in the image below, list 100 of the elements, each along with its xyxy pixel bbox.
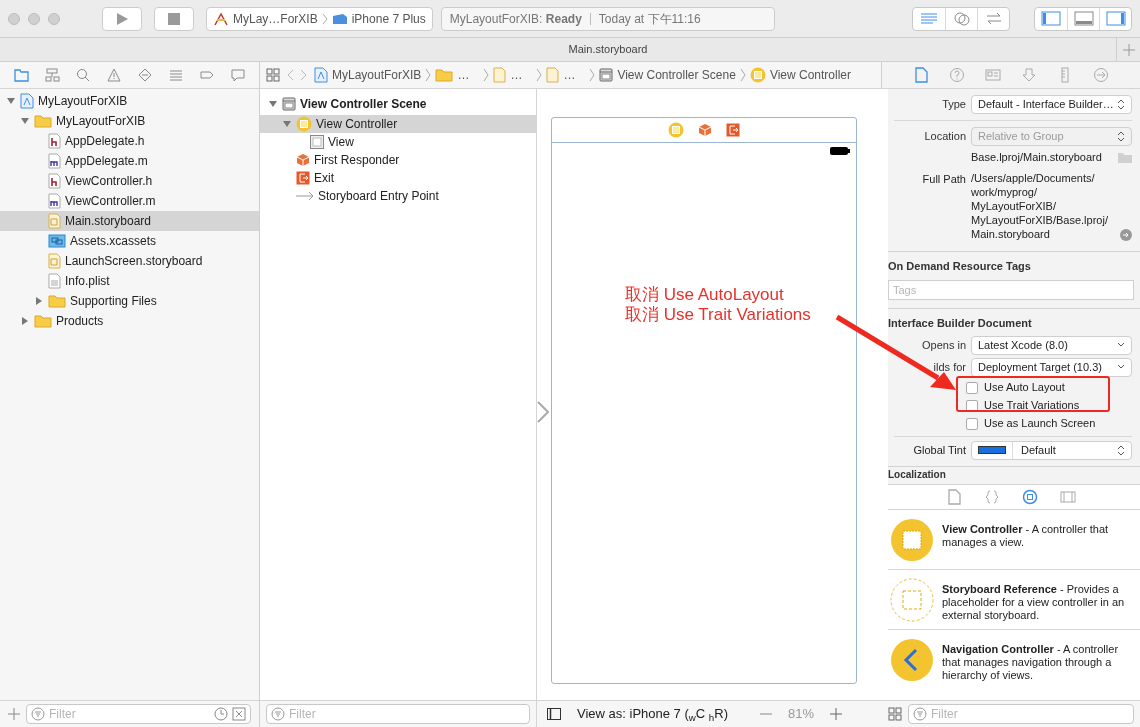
- outline-item[interactable]: Exit: [260, 169, 536, 187]
- library-item[interactable]: Navigation Controller - A controller that manages navigation through a hierarchy of views.: [942, 637, 1132, 682]
- path-item[interactable]: View Controller: [749, 66, 852, 84]
- navigator-item[interactable]: Assets.xcassets: [0, 231, 259, 251]
- filter-field[interactable]: Filter: [266, 704, 530, 724]
- device-icon: [331, 12, 348, 25]
- navigator-item[interactable]: AppDelegate.h: [0, 131, 259, 151]
- scope-icon[interactable]: [232, 707, 246, 721]
- navigator-item[interactable]: Supporting Files: [0, 291, 259, 311]
- outline-item[interactable]: View Controller Scene: [260, 93, 536, 115]
- view-as-device[interactable]: View as: iPhone 7 ($_{w}$C $_{h}$R): [577, 704, 728, 724]
- full-path-label: Full Path: [921, 171, 966, 187]
- help-icon[interactable]: [949, 67, 965, 83]
- folder-icon[interactable]: [1118, 151, 1132, 163]
- filter-field[interactable]: Filter: [26, 704, 251, 724]
- path-item[interactable]: …: [435, 66, 480, 84]
- document-icon[interactable]: [913, 67, 929, 83]
- section-title: Localization: [888, 468, 947, 480]
- disclosure-triangle-icon[interactable]: [34, 296, 44, 306]
- arrow-icon: [296, 191, 314, 201]
- grid-icon[interactable]: [266, 68, 280, 82]
- lines-icon[interactable]: [167, 67, 184, 83]
- navigator-item[interactable]: MyLayoutForXIB: [0, 111, 259, 131]
- object-icon[interactable]: [1022, 488, 1038, 505]
- film-icon[interactable]: [1060, 488, 1076, 505]
- stepper-icon: [1117, 444, 1125, 456]
- document-tab[interactable]: Main.storyboard: [568, 41, 648, 58]
- add-icon[interactable]: [8, 708, 20, 720]
- forward-icon[interactable]: [300, 69, 308, 81]
- option-checkbox[interactable]: Use Trait Variations: [966, 396, 1080, 415]
- navigator-item[interactable]: Info.plist: [0, 271, 259, 291]
- add-tab-icon[interactable]: [1122, 43, 1135, 56]
- scene-frame[interactable]: [551, 117, 857, 684]
- warning-icon[interactable]: [106, 67, 123, 83]
- navigator-item[interactable]: Main.storyboard: [0, 211, 259, 231]
- sidebar-toggle-icon[interactable]: [547, 708, 561, 720]
- braces-icon[interactable]: [984, 488, 1000, 505]
- disclosure-triangle-icon[interactable]: [282, 119, 292, 129]
- window-control-icon[interactable]: [48, 12, 60, 25]
- scheme-selector[interactable]: MyLay…ForXIB iPhone 7 Plus: [206, 6, 433, 31]
- filter-field[interactable]: Filter: [908, 704, 1134, 724]
- tags-field[interactable]: Tags: [888, 280, 1134, 300]
- window-control-icon[interactable]: [8, 12, 20, 25]
- outline-item[interactable]: View: [260, 133, 536, 151]
- disclosure-triangle-icon[interactable]: [20, 116, 30, 126]
- folder-icon[interactable]: [13, 67, 30, 83]
- section-title: Interface Builder Document: [888, 316, 1033, 331]
- disclosure-triangle-icon[interactable]: [6, 96, 16, 106]
- annotation-text: 取消 Use AutoLayout: [625, 285, 785, 305]
- full-path: /Users/apple/Documents/ work/myprog/ MyLayoutForXIB/ MyLayoutForXIB/Base.lproj/ Main.storyboard: [971, 170, 1109, 241]
- builds-for-popup[interactable]: Deployment Target (10.3): [971, 357, 1132, 377]
- tint-popup[interactable]: Default: [971, 440, 1132, 460]
- project-file-icon: [314, 67, 328, 83]
- folder-icon: [34, 114, 52, 128]
- option-checkbox[interactable]: Use Auto Layout: [966, 378, 1065, 397]
- library-item[interactable]: View Controller - A controller that manages a view.: [942, 517, 1132, 549]
- storyboard-file-icon: [493, 67, 507, 83]
- navigator-item[interactable]: ViewController.h: [0, 171, 259, 191]
- option-checkbox[interactable]: Use as Launch Screen: [966, 414, 1096, 433]
- clock-icon[interactable]: [214, 707, 228, 721]
- filter-input[interactable]: Filter: [49, 705, 210, 723]
- view-controller-icon: [296, 116, 312, 132]
- outline-item[interactable]: View Controller: [260, 115, 536, 133]
- navigator-item[interactable]: Products: [0, 311, 259, 331]
- list-file-icon: [48, 273, 61, 289]
- zoom-in-icon[interactable]: [830, 708, 842, 720]
- chevron-icon: [425, 68, 432, 82]
- folder-icon: [435, 68, 454, 82]
- disclosure-triangle-icon[interactable]: [268, 99, 278, 109]
- disclosure-triangle-icon[interactable]: [20, 316, 30, 326]
- grid-view-icon[interactable]: [888, 707, 902, 721]
- run-button[interactable]: [102, 6, 142, 31]
- speech-bubble-icon[interactable]: [229, 67, 246, 83]
- id-card-icon[interactable]: [985, 67, 1001, 83]
- search-icon[interactable]: [75, 67, 92, 83]
- path-item[interactable]: View Controller Scene: [599, 66, 736, 84]
- navigator-item[interactable]: LaunchScreen.storyboard: [0, 251, 259, 271]
- chevron-down-icon: [1117, 342, 1125, 348]
- outline-item[interactable]: Storyboard Entry Point: [260, 187, 536, 205]
- outline-item[interactable]: First Responder: [260, 151, 536, 169]
- opens-in-popup[interactable]: Latest Xcode (8.0): [971, 335, 1132, 355]
- document-icon[interactable]: [946, 488, 962, 505]
- storyboard-file-icon: [48, 253, 61, 269]
- path-item[interactable]: MyLayoutForXIB: [314, 66, 422, 84]
- type-popup[interactable]: Default - Interface Builder…: [971, 95, 1132, 114]
- view-controller-icon: [749, 67, 766, 83]
- arrow-circle-icon[interactable]: [1093, 67, 1109, 83]
- filter-icon: [913, 707, 927, 721]
- navigator-item[interactable]: AppDelegate.m: [0, 151, 259, 171]
- folder-icon: [48, 294, 66, 308]
- window-control-icon[interactable]: [28, 12, 40, 25]
- navigator-item[interactable]: MyLayoutForXIB: [0, 91, 259, 111]
- hierarchy-icon[interactable]: [44, 67, 61, 83]
- library-item[interactable]: Storyboard Reference - Provides a placeholder for a view controller in an external storyboard.: [942, 577, 1132, 622]
- diamond-icon[interactable]: [136, 67, 153, 83]
- path-item[interactable]: …: [493, 66, 533, 84]
- path-item[interactable]: …: [546, 66, 586, 84]
- stop-button[interactable]: [154, 6, 194, 31]
- navigator-item[interactable]: ViewController.m: [0, 191, 259, 211]
- back-icon[interactable]: [286, 69, 294, 81]
